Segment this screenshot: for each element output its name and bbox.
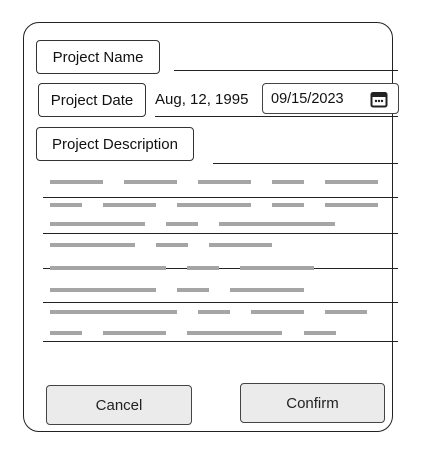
placeholder-text-line [50,203,82,207]
placeholder-text-line [251,310,304,314]
confirm-button[interactable]: Confirm [240,383,385,423]
placeholder-text-line [50,266,166,270]
placeholder-text-line [240,266,314,270]
project-description-label: Project Description [36,127,194,161]
cancel-button[interactable]: Cancel [46,385,192,425]
placeholder-text-line [156,243,188,247]
project-date-text: Aug, 12, 1995 [155,91,249,108]
placeholder-text-line [166,222,198,226]
text-rule [43,233,398,234]
placeholder-text-line [219,222,335,226]
placeholder-text-line [50,310,177,314]
placeholder-text-line [230,288,304,292]
placeholder-text-line [50,243,135,247]
placeholder-text-line [50,331,82,335]
placeholder-text-line [325,180,378,184]
placeholder-text-line [304,331,336,335]
project-date-underline [155,116,398,117]
calendar-icon[interactable] [368,89,390,109]
project-description-input-line[interactable] [213,163,398,164]
placeholder-text-line [103,331,166,335]
placeholder-text-line [325,203,378,207]
placeholder-text-line [198,310,230,314]
project-date-picker[interactable]: 09/15/2023 [262,83,399,114]
project-date-label: Project Date [38,83,146,117]
text-rule [43,197,398,198]
text-rule [43,302,398,303]
placeholder-text-line [198,180,251,184]
placeholder-text-line [177,288,209,292]
date-picker-value: 09/15/2023 [271,90,344,107]
placeholder-text-line [124,180,177,184]
project-name-input-line[interactable] [174,70,398,71]
placeholder-text-line [187,266,219,270]
placeholder-text-line [177,203,251,207]
placeholder-text-line [209,243,272,247]
placeholder-text-line [50,180,103,184]
placeholder-text-line [187,331,282,335]
text-rule [43,341,398,342]
project-name-label: Project Name [36,40,160,74]
placeholder-text-line [272,180,304,184]
placeholder-text-line [50,222,145,226]
placeholder-text-line [103,203,156,207]
placeholder-text-line [325,310,367,314]
placeholder-text-line [272,203,304,207]
placeholder-text-line [50,288,156,292]
